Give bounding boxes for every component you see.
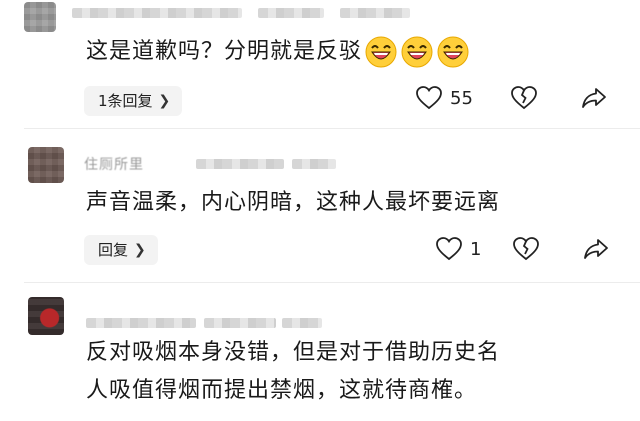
username-blurred: [86, 318, 196, 328]
username-blurred-3: [282, 318, 322, 328]
comment-text-line-2: 人吸值得烟而提出禁烟，这就待商榷。: [86, 378, 478, 403]
avatar[interactable]: [28, 297, 64, 335]
username-blurred-2: [204, 318, 276, 328]
comment-text-line-1: 反对吸烟本身没错，但是对于借助历史名: [86, 340, 501, 365]
comment-3: 反对吸烟本身没错，但是对于借助历史名 人吸值得烟而提出禁烟，这就待商榷。: [0, 0, 640, 421]
